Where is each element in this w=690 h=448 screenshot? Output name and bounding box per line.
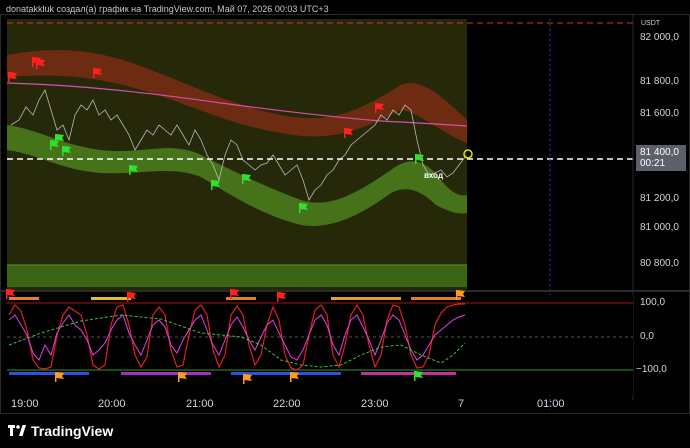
price-label: 80 800,0: [640, 258, 679, 269]
tradingview-logo-icon: [8, 425, 26, 436]
sell-flag-icon: [93, 68, 102, 78]
price-label: 81 600,0: [640, 108, 679, 119]
buy-flag-icon: [414, 371, 423, 381]
time-label: 19:00: [11, 398, 39, 410]
price-label: 81 800,0: [640, 76, 679, 87]
sell-flag-icon: [230, 289, 239, 299]
signal-flag-icon: [178, 372, 187, 382]
signal-flag-icon: [243, 374, 252, 384]
osc-label: −100,0: [636, 364, 667, 375]
time-label: 21:00: [186, 398, 214, 410]
osc-label: 100,0: [640, 297, 666, 308]
time-label: 01:00: [537, 398, 565, 410]
buy-flag-icon: [62, 146, 71, 156]
signal-flag-icon: [290, 372, 299, 382]
current-price-tag: 81 400,0 00:21: [636, 145, 686, 171]
buy-flag-icon: [55, 134, 64, 144]
signal-flag-icon: [456, 290, 465, 300]
sell-flag-icon: [36, 59, 45, 69]
buy-flag-icon: [50, 140, 59, 150]
tradingview-logo[interactable]: TradingView: [8, 423, 113, 439]
osc-label: 0,0: [640, 331, 654, 342]
sell-flag-icon: [8, 72, 17, 82]
sell-flag-icon: [277, 292, 286, 302]
signal-flag-icon: [55, 372, 64, 382]
current-price-value: 81 400,0: [640, 147, 679, 158]
chart-caption: donatakkluk создал(а) график на TradingV…: [6, 4, 329, 14]
brand-name: TradingView: [31, 423, 114, 439]
entry-annotation: вход: [424, 171, 444, 180]
buy-flag-icon: [129, 165, 138, 175]
buy-flag-icon: [211, 180, 220, 190]
buy-flag-icon: [415, 154, 424, 164]
sell-flag-icon: [344, 128, 353, 138]
time-label: 23:00: [361, 398, 389, 410]
bar-countdown: 00:21: [640, 158, 666, 169]
time-label: 7: [458, 398, 465, 410]
time-label: 20:00: [98, 398, 126, 410]
price-label: 81 000,0: [640, 222, 679, 233]
buy-flag-icon: [299, 203, 308, 213]
currency-label: USDT: [641, 20, 661, 27]
sell-flag-icon: [6, 289, 15, 299]
buy-flag-icon: [242, 174, 251, 184]
price-label: 82 000,0: [640, 32, 679, 43]
price-label: 81 200,0: [640, 193, 679, 204]
time-label: 22:00: [273, 398, 301, 410]
signal-flags: [6, 57, 465, 384]
sell-flag-icon: [375, 103, 384, 113]
sell-flag-icon: [127, 292, 136, 302]
